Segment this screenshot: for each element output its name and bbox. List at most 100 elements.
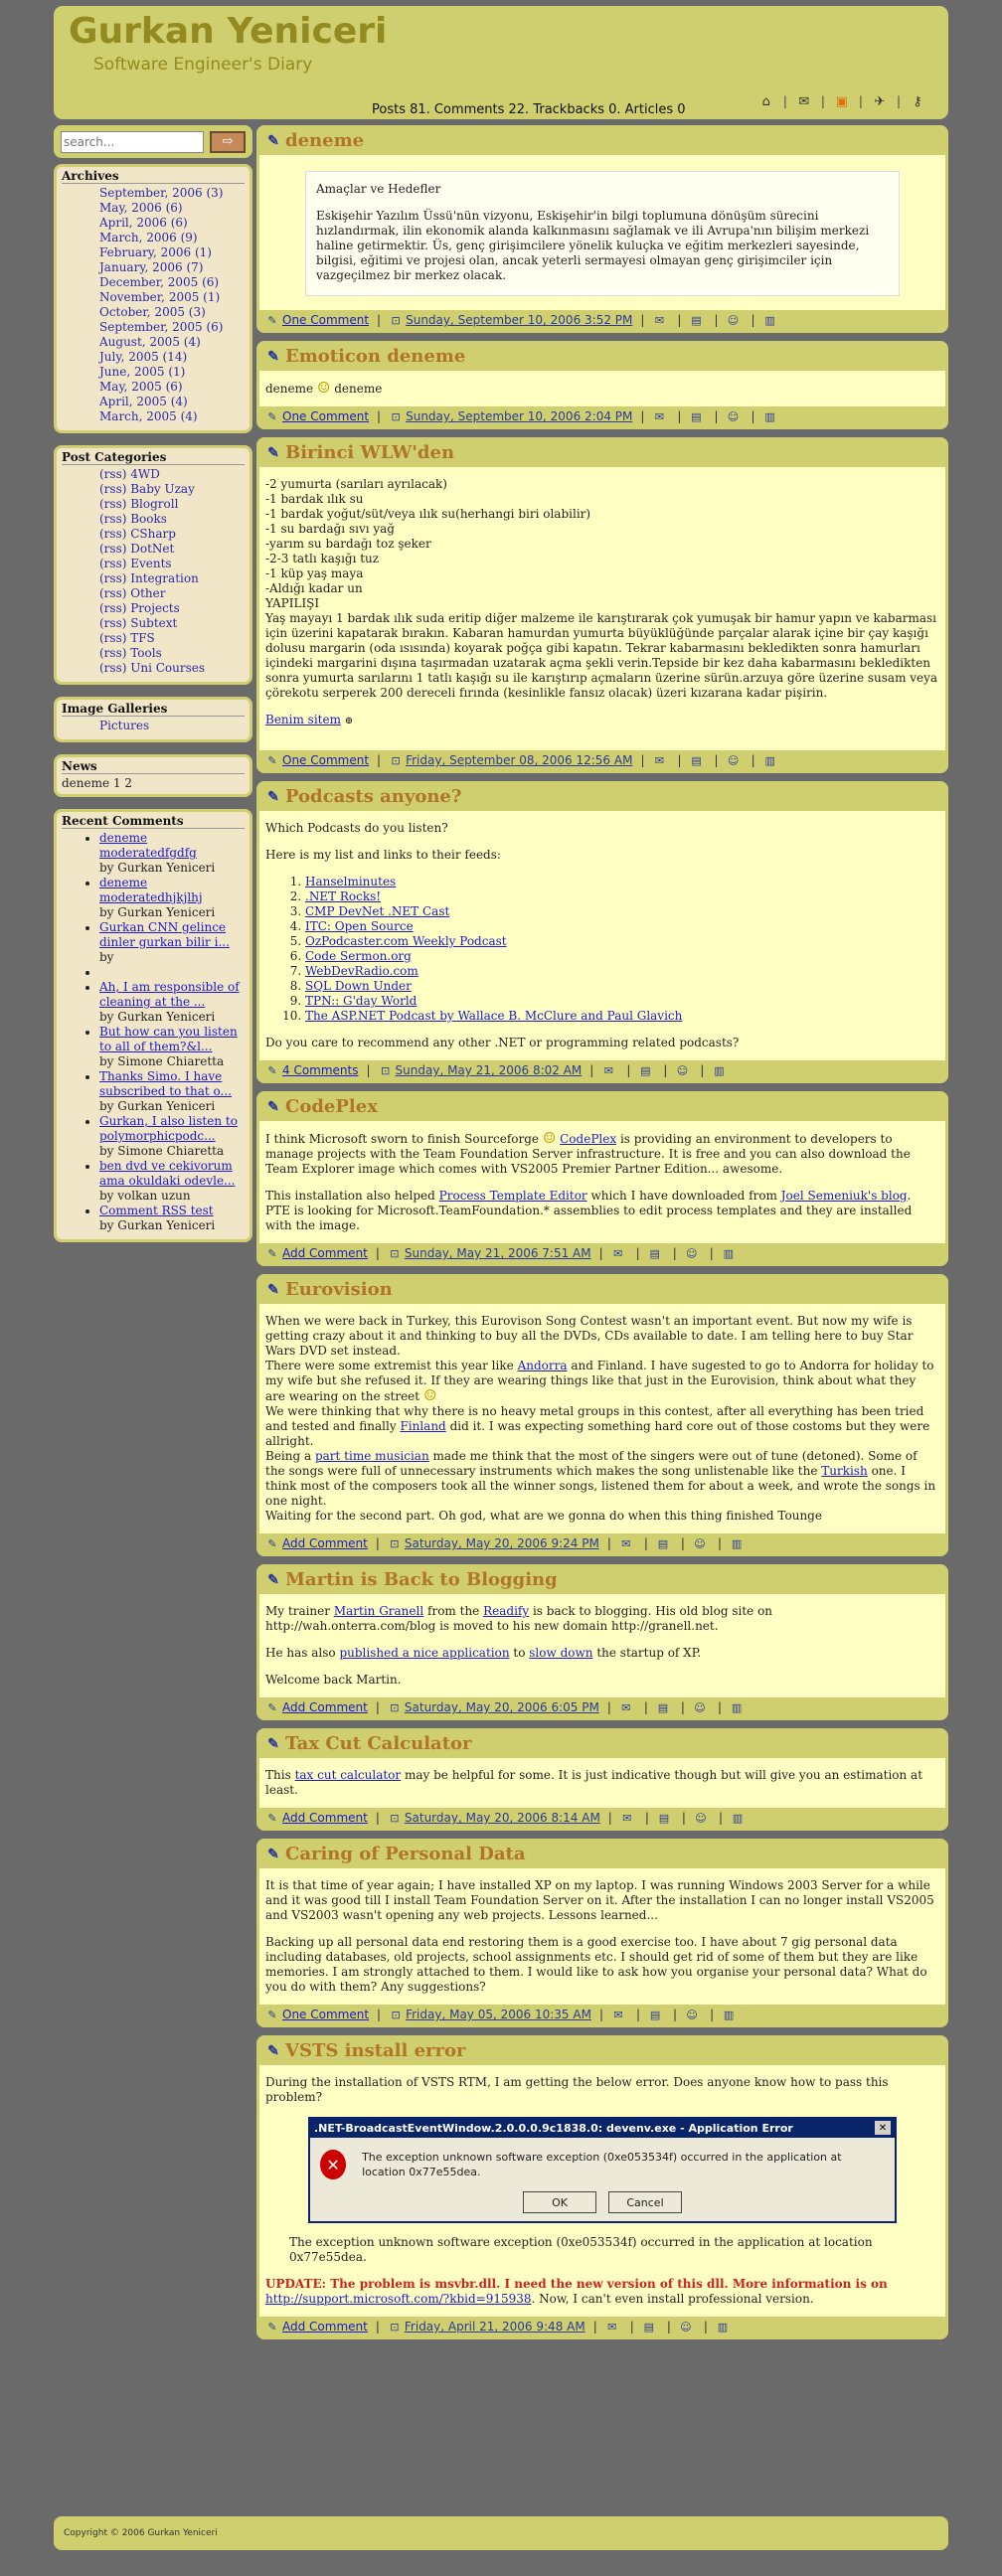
recent-comment-link[interactable]: Gurkan CNN gelince dinler gurkan bilir i… (99, 920, 230, 949)
email-icon[interactable]: ✉ (605, 2321, 619, 2334)
comments-link[interactable]: Add Comment (282, 2320, 368, 2334)
post-title[interactable]: Caring of Personal Data (285, 1844, 526, 1864)
home-icon[interactable]: ⌂ (757, 93, 775, 109)
share-icon[interactable]: ☺ (693, 1701, 707, 1714)
email-icon[interactable]: ✉ (611, 1247, 625, 1260)
print-icon[interactable]: ▤ (648, 2009, 662, 2021)
post-title[interactable]: VSTS install error (285, 2040, 466, 2061)
edit-icon[interactable]: ✎ (265, 349, 281, 365)
bookmark-icon[interactable]: ▥ (722, 2009, 736, 2021)
comments-link[interactable]: Add Comment (282, 1811, 368, 1825)
post-title[interactable]: Tax Cut Calculator (285, 1733, 472, 1754)
email-icon[interactable]: ✉ (619, 1537, 633, 1550)
recent-comment-link[interactable]: deneme moderatedfgdfg (99, 831, 197, 860)
post-title[interactable]: Emoticon deneme (285, 346, 465, 367)
email-icon[interactable]: ✉ (619, 1701, 633, 1714)
archive-item[interactable]: September, 2006 (3) (99, 186, 245, 201)
podcast-item-link[interactable]: ITC: Open Source (305, 919, 414, 933)
podcast-item-link[interactable]: SQL Down Under (305, 979, 412, 993)
recent-comment-link[interactable]: ben dvd ve cekivorum ama okuldaki odevle… (99, 1159, 236, 1188)
martin-link[interactable]: Martin Granell (334, 1604, 423, 1618)
podcast-item-link[interactable]: OzPodcaster.com Weekly Podcast (305, 934, 507, 948)
print-icon[interactable]: ▤ (689, 314, 703, 327)
podcast-item[interactable]: CMP DevNet .NET Cast (305, 904, 939, 919)
podcast-item-link[interactable]: CMP DevNet .NET Cast (305, 904, 449, 918)
site-link[interactable]: Benim sitem (265, 713, 341, 726)
post-date[interactable]: Sunday, September 10, 2006 3:52 PM (406, 313, 632, 327)
finland-link[interactable]: Finland (400, 1419, 445, 1433)
category-item[interactable]: (rss) Books (99, 512, 245, 527)
andorra-link[interactable]: Andorra (518, 1359, 568, 1372)
share-icon[interactable]: ☺ (685, 2009, 699, 2021)
podcast-item[interactable]: SQL Down Under (305, 979, 939, 994)
archive-item[interactable]: June, 2005 (1) (99, 365, 245, 380)
print-icon[interactable]: ▤ (690, 754, 704, 767)
comments-link[interactable]: Add Comment (282, 1536, 368, 1550)
post-date[interactable]: Sunday, September 10, 2006 2:04 PM (406, 409, 632, 423)
share-icon[interactable]: ☺ (685, 1247, 699, 1260)
edit-icon[interactable]: ✎ (265, 1099, 281, 1115)
category-item[interactable]: (rss) Integration (99, 571, 245, 586)
archive-item[interactable]: July, 2005 (14) (99, 350, 245, 365)
category-item[interactable]: (rss) Other (99, 586, 245, 601)
edit-icon[interactable]: ✎ (265, 1282, 281, 1298)
email-icon[interactable]: ✉ (620, 1812, 634, 1825)
post-date[interactable]: Sunday, May 21, 2006 8:02 AM (396, 1063, 583, 1077)
share-icon[interactable]: ☺ (679, 2321, 693, 2334)
category-item[interactable]: (rss) Projects (99, 601, 245, 616)
podcast-item-link[interactable]: TPN:: G'day World (305, 994, 417, 1008)
print-icon[interactable]: ▤ (642, 2321, 656, 2334)
post-date[interactable]: Saturday, May 20, 2006 9:24 PM (405, 1536, 599, 1550)
edit-icon[interactable]: ✎ (265, 789, 281, 805)
category-item[interactable]: (rss) Blogroll (99, 497, 245, 512)
search-button[interactable]: ⇨ (210, 130, 246, 153)
podcast-item[interactable]: The ASP.NET Podcast by Wallace B. McClur… (305, 1009, 939, 1024)
joel-blog-link[interactable]: Joel Semeniuk's blog (781, 1189, 908, 1203)
post-title[interactable]: CodePlex (285, 1096, 378, 1117)
archive-item[interactable]: May, 2005 (6) (99, 380, 245, 395)
category-item[interactable]: (rss) Tools (99, 646, 245, 661)
edit-icon[interactable]: ✎ (265, 445, 281, 461)
bookmark-icon[interactable]: ▥ (763, 314, 777, 327)
pte-link[interactable]: Process Template Editor (439, 1189, 587, 1203)
recent-comment-link[interactable]: Thanks Simo. I have subscribed to that o… (99, 1069, 232, 1098)
print-icon[interactable]: ▤ (638, 1064, 652, 1077)
email-icon[interactable]: ✉ (652, 410, 666, 423)
email-icon[interactable]: ✉ (652, 314, 666, 327)
post-date[interactable]: Saturday, May 20, 2006 6:05 PM (405, 1700, 599, 1714)
post-title[interactable]: Eurovision (285, 1279, 393, 1300)
category-item[interactable]: (rss) DotNet (99, 542, 245, 557)
edit-icon[interactable]: ✎ (265, 1572, 281, 1588)
comments-link[interactable]: One Comment (282, 313, 369, 327)
admin-icon[interactable]: ✈ (871, 93, 889, 109)
podcast-item-link[interactable]: Code Sermon.org (305, 949, 412, 963)
application-link[interactable]: published a nice application (339, 1646, 509, 1660)
share-icon[interactable]: ☺ (675, 1064, 689, 1077)
bookmark-icon[interactable]: ▥ (712, 1064, 726, 1077)
bookmark-icon[interactable]: ▥ (730, 1537, 744, 1550)
post-date[interactable]: Saturday, May 20, 2006 8:14 AM (405, 1811, 600, 1825)
musician-link[interactable]: part time musician (315, 1449, 429, 1463)
comments-link[interactable]: One Comment (282, 409, 369, 423)
category-item[interactable]: (rss) Uni Courses (99, 661, 245, 676)
category-item[interactable]: (rss) 4WD (99, 467, 245, 482)
share-icon[interactable]: ☺ (693, 1537, 707, 1550)
bookmark-icon[interactable]: ▥ (763, 410, 777, 423)
archive-item[interactable]: March, 2006 (9) (99, 231, 245, 245)
print-icon[interactable]: ▤ (656, 1701, 670, 1714)
recent-comment-link[interactable]: But how can you listen to all of them?&l… (99, 1025, 238, 1053)
podcast-item[interactable]: OzPodcaster.com Weekly Podcast (305, 934, 939, 949)
podcast-item[interactable]: Hanselminutes (305, 875, 939, 889)
readify-link[interactable]: Readify (483, 1604, 529, 1618)
podcast-item[interactable]: Code Sermon.org (305, 949, 939, 964)
recent-comment-link[interactable]: Gurkan, I also listen to polymorphicpodc… (99, 1114, 238, 1143)
archive-item[interactable]: December, 2005 (6) (99, 275, 245, 290)
edit-icon[interactable]: ✎ (265, 133, 281, 149)
recent-comment-link[interactable]: deneme moderatedhjkjlhj (99, 876, 203, 904)
archive-item[interactable]: October, 2005 (3) (99, 305, 245, 320)
search-input[interactable] (61, 130, 204, 153)
print-icon[interactable]: ▤ (648, 1247, 662, 1260)
edit-icon[interactable]: ✎ (265, 1847, 281, 1862)
bookmark-icon[interactable]: ▥ (716, 2321, 730, 2334)
archive-item[interactable]: February, 2006 (1) (99, 245, 245, 260)
